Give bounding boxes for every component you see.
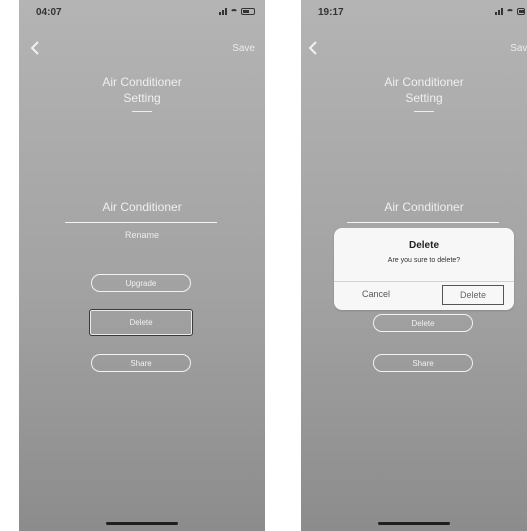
- dialog-delete-button[interactable]: Delete: [442, 285, 504, 305]
- share-button[interactable]: Share: [373, 354, 473, 372]
- save-button[interactable]: Save: [510, 43, 527, 54]
- delete-button[interactable]: Delete: [89, 309, 193, 336]
- device-name-underline: [65, 222, 217, 223]
- title-underline: [414, 111, 434, 112]
- upgrade-button[interactable]: Upgrade: [91, 274, 191, 292]
- delete-button[interactable]: Delete: [373, 314, 473, 332]
- share-button[interactable]: Share: [91, 354, 191, 372]
- device-name: Air Conditioner: [102, 200, 182, 214]
- status-time: 19:17: [318, 7, 344, 18]
- status-time: 04:07: [36, 7, 62, 18]
- home-indicator: [106, 522, 178, 525]
- battery-icon: [517, 8, 525, 15]
- device-name-underline: [347, 222, 499, 223]
- dialog-cancel-button[interactable]: Cancel: [362, 289, 390, 299]
- rename-button[interactable]: Rename: [19, 230, 265, 240]
- dialog-title: Delete: [408, 240, 439, 251]
- dialog-divider: [334, 281, 514, 282]
- delete-confirm-dialog: Delete Are you sure to delete? Cancel De…: [334, 228, 514, 310]
- home-indicator: [378, 522, 450, 525]
- title-underline: [132, 111, 152, 112]
- status-icons: [495, 8, 525, 15]
- status-icons: [219, 8, 255, 15]
- dialog-message: Are you sure to delete?: [387, 257, 461, 264]
- settings-screen-delete-dialog: 19:17 Save Air Conditioner Setting Air C…: [301, 0, 527, 531]
- page-title: Air Conditioner Setting: [102, 75, 182, 105]
- device-name: Air Conditioner: [384, 200, 464, 214]
- page-title: Air Conditioner Setting: [384, 75, 464, 105]
- battery-icon: [241, 8, 255, 15]
- signal-icon: [495, 8, 503, 15]
- save-button[interactable]: Save: [232, 43, 255, 54]
- wifi-icon: [230, 9, 238, 15]
- settings-screen: 04:07 Save Air Conditioner Setting Air C…: [19, 0, 265, 531]
- signal-icon: [219, 8, 227, 15]
- chevron-left-icon[interactable]: [28, 40, 44, 56]
- chevron-left-icon[interactable]: [306, 40, 322, 56]
- wifi-icon: [506, 9, 514, 15]
